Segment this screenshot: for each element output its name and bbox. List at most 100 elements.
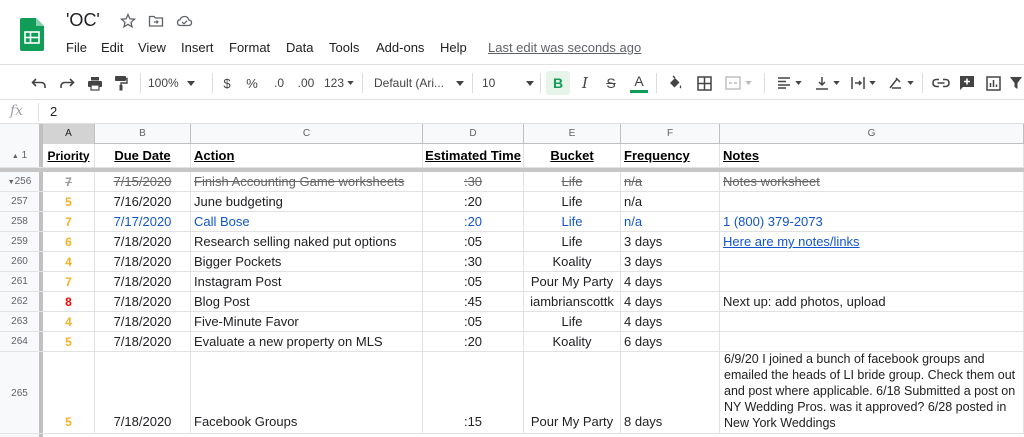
due-date-cell[interactable]: 7/18/2020 bbox=[95, 292, 191, 311]
due-date-cell[interactable]: 7/18/2020 bbox=[95, 232, 191, 251]
row-header[interactable]: 257 bbox=[0, 192, 40, 211]
bucket-cell[interactable]: Koality bbox=[524, 252, 621, 271]
priority-cell[interactable]: 7 bbox=[43, 272, 95, 291]
menu-tools[interactable]: Tools bbox=[329, 40, 359, 55]
bucket-cell[interactable]: Life bbox=[524, 312, 621, 331]
priority-cell[interactable]: 5 bbox=[43, 352, 95, 433]
frequency-cell[interactable]: 4 days bbox=[621, 292, 720, 311]
frequency-cell[interactable]: 8 days bbox=[621, 352, 720, 433]
notes-cell[interactable]: 6/9/20 I joined a bunch of facebook grou… bbox=[720, 352, 1024, 433]
text-rotation-icon[interactable] bbox=[884, 65, 918, 101]
select-all-corner[interactable] bbox=[0, 124, 40, 144]
borders-icon[interactable] bbox=[693, 65, 715, 101]
time-cell[interactable]: :05 bbox=[423, 312, 524, 331]
sheets-logo-icon[interactable] bbox=[20, 18, 44, 51]
frequency-cell[interactable]: n/a bbox=[621, 212, 720, 231]
row-header[interactable]: 260 bbox=[0, 252, 40, 271]
notes-cell[interactable]: Here are my notes/links bbox=[720, 232, 1024, 251]
column-header-d[interactable]: D bbox=[423, 124, 524, 144]
last-edit-link[interactable]: Last edit was seconds ago bbox=[488, 40, 641, 55]
redo-icon[interactable] bbox=[56, 65, 78, 101]
font-size-select[interactable]: 10 bbox=[482, 65, 534, 101]
strikethrough-button[interactable]: S bbox=[600, 65, 622, 101]
frequency-cell[interactable]: 4 days bbox=[621, 272, 720, 291]
row-header[interactable]: 265 bbox=[0, 352, 40, 433]
document-title[interactable]: 'OC' bbox=[66, 10, 100, 31]
due-date-cell[interactable]: 7/15/2020 bbox=[95, 172, 191, 191]
priority-cell[interactable]: 6 bbox=[43, 232, 95, 251]
action-cell[interactable]: Blog Post bbox=[191, 292, 423, 311]
time-cell[interactable]: :30 bbox=[423, 252, 524, 271]
italic-button[interactable]: I bbox=[574, 65, 596, 101]
header-due-date[interactable]: Due Date bbox=[95, 144, 191, 167]
notes-link[interactable]: Here are my notes/links bbox=[723, 234, 860, 249]
header-frequency[interactable]: Frequency bbox=[621, 144, 720, 167]
header-priority[interactable]: Priority bbox=[43, 144, 95, 167]
frequency-cell[interactable]: n/a bbox=[621, 172, 720, 191]
column-header-b[interactable]: B bbox=[95, 124, 191, 144]
action-cell[interactable]: Five-Minute Favor bbox=[191, 312, 423, 331]
menu-file[interactable]: File bbox=[66, 40, 87, 55]
notes-cell[interactable] bbox=[720, 272, 1024, 291]
time-cell[interactable]: :05 bbox=[423, 272, 524, 291]
frequency-cell[interactable]: 4 days bbox=[621, 312, 720, 331]
filter-icon[interactable] bbox=[1008, 65, 1024, 101]
action-cell[interactable]: Call Bose bbox=[191, 212, 423, 231]
notes-cell[interactable]: Notes worksheet bbox=[720, 172, 1024, 191]
bold-button[interactable]: B bbox=[546, 71, 570, 95]
menu-data[interactable]: Data bbox=[286, 40, 313, 55]
time-cell[interactable]: :45 bbox=[423, 292, 524, 311]
priority-cell[interactable]: 4 bbox=[43, 312, 95, 331]
row-header[interactable]: 258 bbox=[0, 212, 40, 231]
row-header[interactable]: 259 bbox=[0, 232, 40, 251]
due-date-cell[interactable]: 7/18/2020 bbox=[95, 272, 191, 291]
print-icon[interactable] bbox=[84, 65, 106, 101]
column-header-c[interactable]: C bbox=[191, 124, 423, 144]
header-estimated-time[interactable]: Estimated Time bbox=[423, 144, 524, 167]
action-cell[interactable]: Finish Accounting Game worksheets bbox=[191, 172, 423, 191]
cloud-saved-icon[interactable] bbox=[176, 13, 194, 31]
format-percent-button[interactable]: % bbox=[243, 65, 261, 101]
insert-comment-icon[interactable] bbox=[956, 65, 978, 101]
bucket-cell[interactable]: iambrianscottk bbox=[524, 292, 621, 311]
frequency-cell[interactable]: n/a bbox=[621, 192, 720, 211]
increase-decimal-button[interactable]: .00 bbox=[294, 65, 318, 101]
due-date-cell[interactable]: 7/18/2020 bbox=[95, 252, 191, 271]
time-cell[interactable]: :30 bbox=[423, 172, 524, 191]
priority-cell[interactable]: 4 bbox=[43, 252, 95, 271]
priority-cell[interactable]: 5 bbox=[43, 332, 95, 351]
format-currency-button[interactable]: $ bbox=[218, 65, 236, 101]
bucket-cell[interactable]: Pour My Party bbox=[524, 272, 621, 291]
column-header-e[interactable]: E bbox=[524, 124, 621, 144]
priority-cell[interactable]: 8 bbox=[43, 292, 95, 311]
notes-cell[interactable] bbox=[720, 332, 1024, 351]
row-header[interactable]: 263 bbox=[0, 312, 40, 331]
row-header-1[interactable]: ▲ 1 bbox=[0, 144, 40, 167]
column-header-f[interactable]: F bbox=[621, 124, 720, 144]
notes-cell[interactable] bbox=[720, 252, 1024, 271]
time-cell[interactable]: :20 bbox=[423, 212, 524, 231]
insert-link-icon[interactable] bbox=[930, 65, 952, 101]
more-formats-button[interactable]: 123 bbox=[322, 65, 356, 101]
time-cell[interactable]: :05 bbox=[423, 232, 524, 251]
column-header-g[interactable]: G bbox=[720, 124, 1024, 144]
action-cell[interactable]: Bigger Pockets bbox=[191, 252, 423, 271]
move-folder-icon[interactable] bbox=[148, 13, 166, 31]
action-cell[interactable]: Instagram Post bbox=[191, 272, 423, 291]
formula-input[interactable]: 2 bbox=[50, 104, 57, 119]
bucket-cell[interactable]: Life bbox=[524, 192, 621, 211]
action-cell[interactable]: June budgeting bbox=[191, 192, 423, 211]
action-cell[interactable]: Evaluate a new property on MLS bbox=[191, 332, 423, 351]
text-color-button[interactable]: A bbox=[627, 65, 651, 101]
merge-cells-icon[interactable] bbox=[720, 65, 756, 101]
header-notes[interactable]: Notes bbox=[720, 144, 1024, 167]
menu-help[interactable]: Help bbox=[440, 40, 467, 55]
menu-format[interactable]: Format bbox=[229, 40, 270, 55]
header-action[interactable]: Action bbox=[191, 144, 423, 167]
paint-format-icon[interactable] bbox=[110, 65, 132, 101]
bucket-cell[interactable]: Life bbox=[524, 212, 621, 231]
bucket-cell[interactable]: Life bbox=[524, 172, 621, 191]
priority-cell[interactable]: 7 bbox=[43, 212, 95, 231]
notes-cell[interactable] bbox=[720, 312, 1024, 331]
action-cell[interactable]: Facebook Groups bbox=[191, 352, 423, 433]
